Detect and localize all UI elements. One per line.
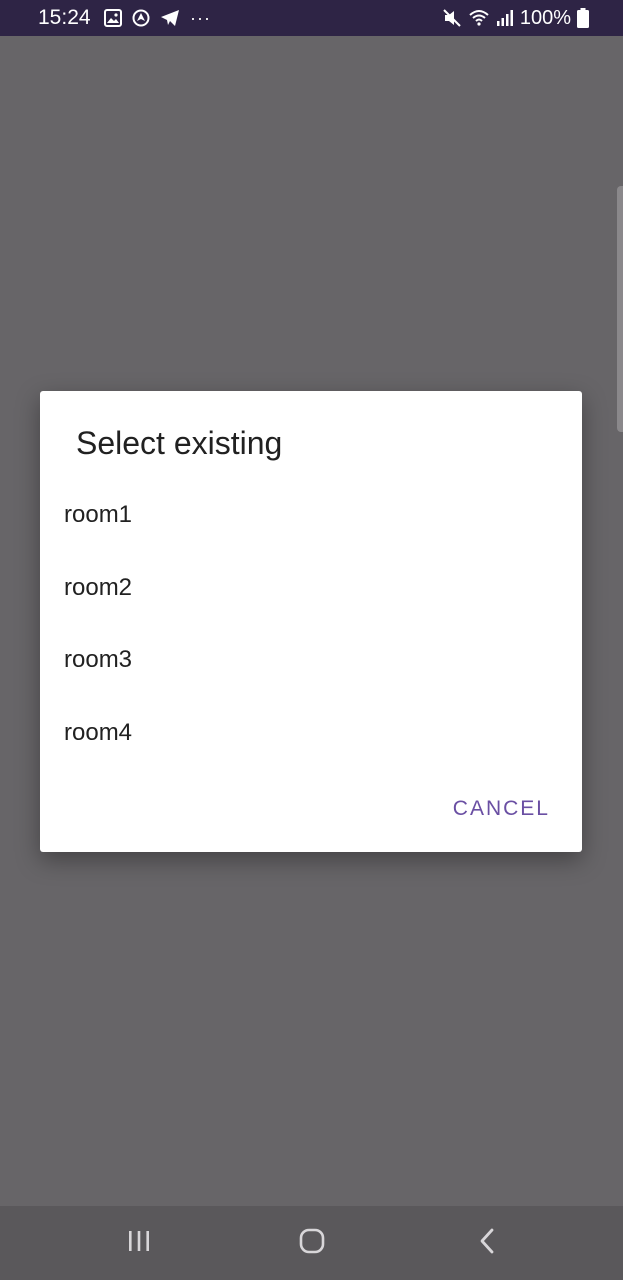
list-item-room3[interactable]: room3 <box>40 624 582 697</box>
dialog-title: Select existing <box>76 425 283 461</box>
signal-icon <box>496 9 514 27</box>
battery-percent: 100% <box>519 7 571 29</box>
more-notifications: ··· <box>190 8 211 28</box>
status-bar: 15:24 ··· 100% <box>0 0 623 36</box>
image-icon <box>104 9 122 27</box>
battery-icon <box>577 8 589 28</box>
telegram-icon <box>160 9 180 27</box>
list-item-label: room4 <box>64 718 133 746</box>
list-item-label: room2 <box>64 573 133 601</box>
back-icon <box>477 1227 497 1260</box>
list-item-label: room3 <box>64 646 133 674</box>
shield-icon <box>132 9 150 27</box>
home-icon <box>298 1227 326 1260</box>
recents-button[interactable] <box>94 1206 184 1280</box>
mute-icon <box>442 8 462 28</box>
status-right: 100% <box>436 5 589 31</box>
notification-icons: ··· <box>104 8 221 28</box>
navigation-bar <box>0 1206 623 1280</box>
room-list: room1 room2 room3 room4 <box>40 479 582 769</box>
scroll-handle[interactable] <box>617 186 623 432</box>
status-time: 15:24 <box>38 6 91 29</box>
home-button[interactable] <box>267 1206 357 1280</box>
list-item-label: room1 <box>64 501 133 529</box>
back-button[interactable] <box>442 1206 532 1280</box>
list-item-room1[interactable]: room1 <box>40 479 582 552</box>
cancel-button[interactable]: CANCEL <box>451 795 552 823</box>
recents-icon <box>126 1229 152 1258</box>
select-existing-dialog: Select existing room1 room2 room3 room4 … <box>40 391 582 852</box>
wifi-icon <box>468 8 490 28</box>
list-item-room4[interactable]: room4 <box>40 697 582 770</box>
list-item-room2[interactable]: room2 <box>40 552 582 625</box>
